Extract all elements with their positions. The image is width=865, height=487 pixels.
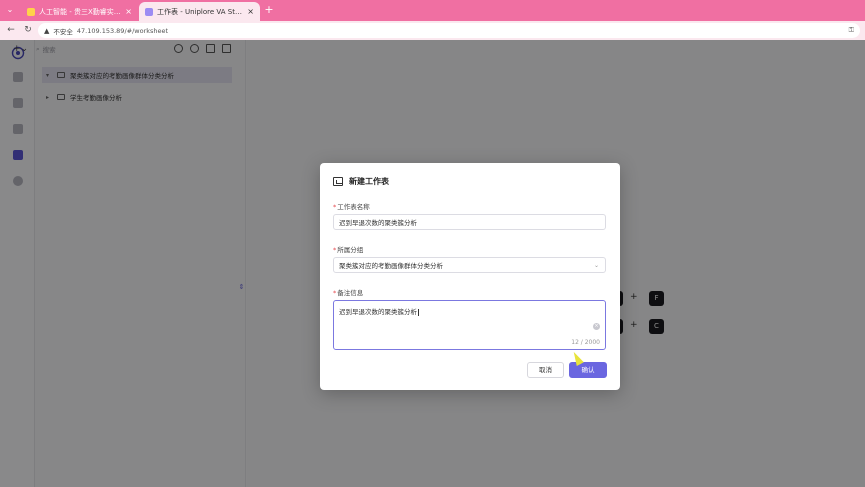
new-tab-button[interactable]: + [263,3,275,17]
warning-icon: ▲ [44,26,50,35]
tab-title: 工作表 - Uniplore VA Studio [157,7,244,16]
worksheet-name-input[interactable]: 迟到早退次数的聚类簇分析 [333,214,606,230]
url-text: 47.109.153.89/#/worksheet [76,26,169,35]
worksheet-name-value: 迟到早退次数的聚类簇分析 [339,219,417,227]
security-label: 不安全 [53,27,73,36]
required-mark: * [333,203,337,211]
dialog-title: 新建工作表 [333,176,389,187]
notes-label-text: 备注信息 [337,289,364,297]
cancel-button[interactable]: 取消 [527,362,564,378]
url-field[interactable]: ▲ 不安全 47.109.153.89/#/worksheet ⚿ [38,23,860,38]
name-label-text: 工作表名称 [337,203,370,211]
tab-favicon-icon [145,7,153,16]
tab-list-menu-icon[interactable]: ⌄ [3,3,17,17]
address-bar: ← ↻ ▲ 不安全 47.109.153.89/#/worksheet ⚿ [0,21,865,40]
key-icon[interactable]: ⚿ [849,26,854,35]
browser-tab-2[interactable]: 工作表 - Uniplore VA Studio × [139,2,260,21]
text-caret [418,308,419,316]
notes-label: *备注信息 [333,287,363,297]
char-count: 12 / 2000 [571,339,600,346]
tab-favicon-icon [27,7,35,16]
browser-tab-1[interactable]: 人工智能 - 贵三X勤睿实践教学平台 × [21,2,138,21]
browser-tab-bar: ⌄ 人工智能 - 贵三X勤睿实践教学平台 × 工作表 - Uniplore VA… [0,0,865,21]
group-select[interactable]: 聚类簇对应的考勤画像群体分类分析 ⌄ [333,257,606,273]
reload-icon[interactable]: ↻ [22,24,34,36]
tab-title: 人工智能 - 贵三X勤睿实践教学平台 [39,7,121,16]
clear-icon[interactable]: × [593,323,600,330]
group-label: *所属分组 [333,244,363,254]
confirm-button[interactable]: 确认 [569,362,607,378]
tab-close-icon[interactable]: × [247,7,254,16]
chevron-down-icon: ⌄ [593,261,599,269]
dialog-title-text: 新建工作表 [349,177,389,186]
worksheet-icon [333,177,343,186]
required-mark: * [333,246,337,254]
group-select-value: 聚类簇对应的考勤画像群体分类分析 [339,262,443,270]
notes-textarea[interactable]: 迟到早退次数的聚类簇分析 × 12 / 2000 [333,300,606,350]
required-mark: * [333,289,337,297]
tab-close-icon[interactable]: × [125,7,132,16]
back-arrow-icon[interactable]: ← [5,24,17,36]
group-label-text: 所属分组 [337,246,364,254]
name-label: *工作表名称 [333,201,370,211]
notes-value: 迟到早退次数的聚类簇分析 [339,308,417,316]
